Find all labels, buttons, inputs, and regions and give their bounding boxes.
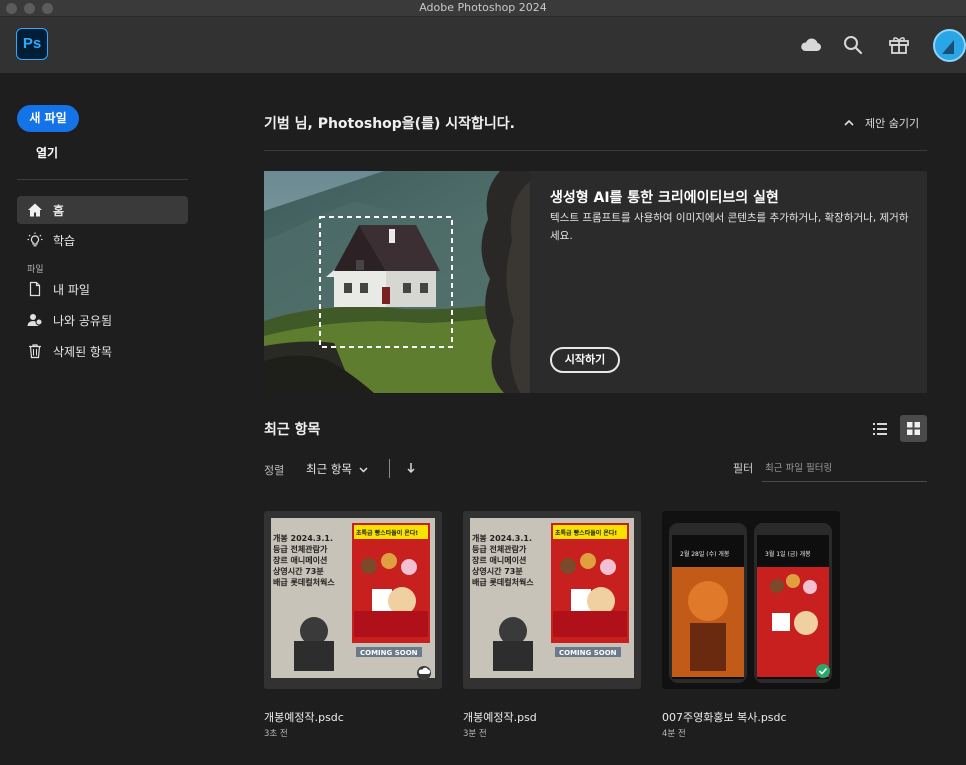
banner-image: [264, 171, 530, 393]
svg-text:개봉 2024.3.1.: 개봉 2024.3.1.: [472, 533, 532, 543]
hide-suggestions-button[interactable]: 제안 숨기기: [843, 115, 919, 131]
new-file-button[interactable]: 새 파일: [17, 105, 79, 132]
svg-text:2월 28일 (수) 개봉: 2월 28일 (수) 개봉: [680, 550, 730, 558]
file-time: 3분 전: [463, 729, 487, 739]
sort-separator: [389, 459, 390, 478]
sort-value: 최근 항목: [306, 462, 352, 476]
sidebar: 새 파일 열기 홈 학습 파일 내 파일 나와 공유됨 삭제된 항목: [0, 73, 206, 765]
file-name: 개봉예정작.psdc: [264, 711, 344, 724]
window-title: Adobe Photoshop 2024: [419, 1, 547, 14]
hide-suggestions-label: 제안 숨기기: [865, 117, 920, 130]
svg-text:등급 전체관람가: 등급 전체관람가: [472, 544, 527, 554]
sort-dropdown[interactable]: 최근 항목: [306, 461, 369, 477]
sidebar-item-learn[interactable]: 학습: [17, 226, 188, 254]
file-thumbnail[interactable]: 2월 28일 (수) 개봉 3월 1일 (금) 개봉: [662, 511, 840, 689]
recent-section-title: 최근 항목: [264, 422, 321, 438]
sidebar-item-label: 홈: [53, 203, 65, 218]
chevron-down-icon: [359, 466, 368, 473]
sort-label: 정렬: [264, 464, 285, 477]
lightbulb-icon: [27, 232, 43, 247]
svg-text:등급 전체관람가: 등급 전체관람가: [273, 544, 328, 554]
get-started-button[interactable]: 시작하기: [550, 347, 620, 373]
svg-text:COMING SOON: COMING SOON: [559, 649, 617, 657]
svg-text:배급 롯데컬처웍스: 배급 롯데컬처웍스: [273, 577, 335, 587]
cloud-icon[interactable]: [799, 33, 823, 57]
file-time: 4분 전: [662, 729, 686, 739]
grid-view-button[interactable]: [900, 415, 927, 442]
svg-text:초특급 빵스타들이 온다!: 초특급 빵스타들이 온다!: [555, 529, 617, 537]
window-titlebar: Adobe Photoshop 2024: [0, 0, 966, 17]
app-header: Ps: [0, 17, 966, 73]
shared-user-icon: [27, 314, 43, 326]
svg-text:상영시간 73분: 상영시간 73분: [273, 566, 324, 576]
main-divider: [264, 150, 927, 151]
file-thumbnail[interactable]: 개봉 2024.3.1. 등급 전체관람가 장르 애니메이션 상영시간 73분 …: [463, 511, 641, 689]
file-name: 개봉예정작.psd: [463, 711, 537, 724]
open-button[interactable]: 열기: [17, 141, 77, 165]
sidebar-item-home[interactable]: 홈: [17, 196, 188, 224]
sidebar-item-label: 학습: [53, 233, 76, 248]
page-title: 기범 님, Photoshop을(를) 시작합니다.: [264, 116, 515, 132]
svg-text:COMING SOON: COMING SOON: [360, 649, 418, 657]
sidebar-item-label: 삭제된 항목: [53, 344, 113, 359]
home-icon: [28, 203, 42, 217]
sidebar-item-label: 내 파일: [53, 282, 90, 297]
suggestion-banner: 생성형 AI를 통한 크리에이티브의 실현 텍스트 프롬프트를 사용하여 이미지…: [264, 171, 927, 393]
file-name: 007주영화홍보 복사.psdc: [662, 711, 787, 724]
list-view-icon[interactable]: [866, 416, 893, 442]
svg-text:상영시간 73분: 상영시간 73분: [472, 566, 523, 576]
banner-title: 생성형 AI를 통한 크리에이티브의 실현: [550, 190, 779, 206]
sidebar-item-deleted[interactable]: 삭제된 항목: [17, 337, 188, 365]
gift-icon[interactable]: [887, 33, 911, 57]
file-icon: [29, 281, 41, 297]
search-icon[interactable]: [841, 33, 865, 57]
svg-text:장르 애니메이션: 장르 애니메이션: [472, 555, 526, 565]
sidebar-section-files: 파일: [27, 265, 44, 275]
filter-input[interactable]: [762, 456, 927, 482]
sidebar-item-my-files[interactable]: 내 파일: [17, 275, 188, 303]
trash-icon: [29, 344, 41, 359]
svg-text:장르 애니메이션: 장르 애니메이션: [273, 555, 327, 565]
sort-direction-arrow-icon[interactable]: [404, 461, 418, 475]
svg-text:배급 롯데컬처웍스: 배급 롯데컬처웍스: [472, 577, 534, 587]
chevron-up-icon: [844, 119, 854, 126]
sidebar-item-shared[interactable]: 나와 공유됨: [17, 306, 188, 334]
sidebar-item-label: 나와 공유됨: [53, 313, 113, 328]
svg-text:3월 1일 (금) 개봉: 3월 1일 (금) 개봉: [765, 550, 811, 558]
grid-view-icon: [907, 422, 920, 435]
user-avatar[interactable]: [933, 29, 966, 62]
svg-text:개봉 2024.3.1.: 개봉 2024.3.1.: [273, 533, 333, 543]
file-thumbnail[interactable]: 개봉 2024.3.1. 등급 전체관람가 장르 애니메이션 상영시간 73분 …: [264, 511, 442, 689]
photoshop-logo[interactable]: Ps: [16, 28, 48, 60]
svg-text:초특급 빵스타들이 온다!: 초특급 빵스타들이 온다!: [356, 529, 418, 537]
sidebar-divider: [17, 179, 188, 180]
banner-description: 텍스트 프롬프트를 사용하여 이미지에서 콘텐츠를 추가하거나, 확장하거나, …: [550, 212, 909, 242]
filter-label: 필터: [733, 462, 754, 475]
file-time: 3초 전: [264, 729, 288, 739]
